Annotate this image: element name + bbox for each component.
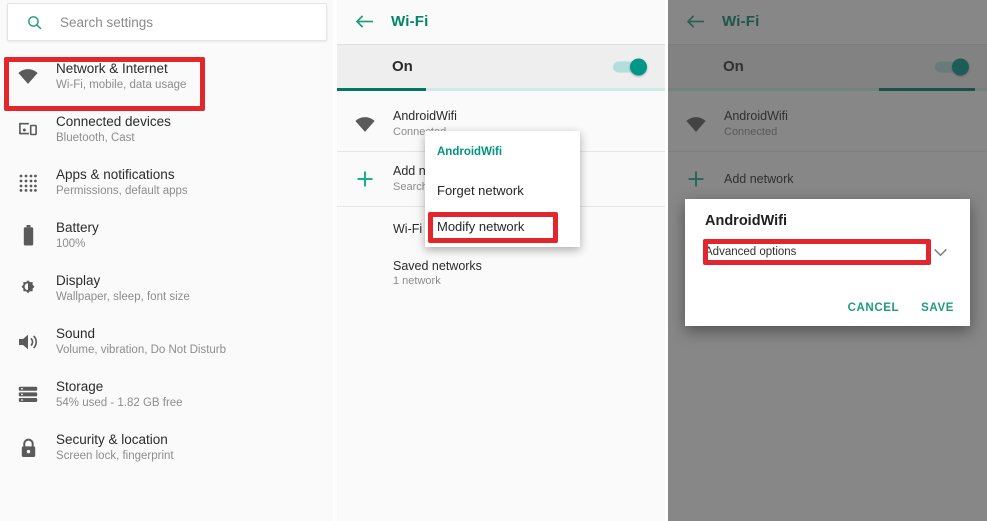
switch-knob [630,58,647,75]
sidebar-item-display[interactable]: Display Wallpaper, sleep, font size [0,262,333,315]
sidebar-item-subtitle: 100% [56,238,86,250]
wifi-appbar: Wi-Fi [337,0,665,42]
sidebar-item-title: Apps & notifications [56,167,175,182]
sidebar-item-connected-devices[interactable]: Connected devices Bluetooth, Cast [0,103,333,156]
sidebar-item-title: Network & Internet [56,61,168,76]
sidebar-item-title: Battery [56,220,99,235]
sidebar-item-subtitle: 54% used - 1.82 GB free [56,397,183,409]
menu-item-modify-network[interactable]: Modify network [425,209,580,243]
screenshot-stage: Search settings Network & Internet Wi-Fi… [0,0,987,521]
wifi-icon [337,116,393,133]
sidebar-item-network-internet[interactable]: Network & Internet Wi-Fi, mobile, data u… [0,50,333,103]
sidebar-item-title: Security & location [56,432,168,447]
storage-icon [0,386,56,403]
lock-icon [0,438,56,458]
sidebar-item-title: Display [56,273,101,288]
brightness-icon [0,279,56,299]
sidebar-item-title: Storage [56,379,104,394]
sidebar-item-title: Connected devices [56,114,171,129]
network-name: AndroidWifi [393,109,457,123]
sidebar-item-battery[interactable]: Battery 100% [0,209,333,262]
apps-grid-icon [0,174,56,192]
network-context-menu: AndroidWifi Forget network Modify networ… [425,131,580,247]
saved-networks-row[interactable]: Saved networks 1 network [337,251,665,295]
settings-panel: Search settings Network & Internet Wi-Fi… [0,0,333,521]
sidebar-item-security-location[interactable]: Security & location Screen lock, fingerp… [0,421,333,474]
saved-networks-label: Saved networks [393,259,482,273]
search-input[interactable]: Search settings [60,15,153,30]
sidebar-item-subtitle: Permissions, default apps [56,185,188,197]
sidebar-item-subtitle: Bluetooth, Cast [56,132,135,144]
connected-devices-icon [0,121,56,139]
dialog-title: AndroidWifi [705,213,788,229]
cancel-button[interactable]: CANCEL [848,302,900,314]
sidebar-item-subtitle: Wallpaper, sleep, font size [56,291,190,303]
settings-list: Network & Internet Wi-Fi, mobile, data u… [0,50,333,474]
scan-progress-bar [337,88,665,91]
page-title: Wi-Fi [391,12,429,30]
wifi-toggle-row[interactable]: On [337,44,665,88]
search-settings-bar[interactable]: Search settings [7,3,327,41]
menu-item-forget-network[interactable]: Forget network [425,173,580,207]
modify-network-dialog: AndroidWifi Advanced options CANCEL SAVE [685,199,970,326]
wifi-toggle-switch[interactable] [613,58,647,75]
sidebar-item-sound[interactable]: Sound Volume, vibration, Do Not Disturb [0,315,333,368]
wifi-toggle-label: On [392,58,413,75]
advanced-options-dropdown[interactable]: Advanced options [705,242,930,262]
progress-indicator [337,88,426,91]
sidebar-item-storage[interactable]: Storage 54% used - 1.82 GB free [0,368,333,421]
wifi-icon [0,68,56,85]
sidebar-item-apps-notifications[interactable]: Apps & notifications Permissions, defaul… [0,156,333,209]
chevron-down-icon[interactable] [933,244,948,262]
save-button[interactable]: SAVE [921,302,954,314]
sidebar-item-subtitle: Volume, vibration, Do Not Disturb [56,344,227,356]
wifi-panel: Wi-Fi On AndroidWifi Connected Add Searc… [337,0,665,521]
context-menu-title: AndroidWifi [437,146,503,158]
saved-networks-subtitle: 1 network [393,275,441,287]
volume-icon [0,333,56,351]
dialog-panel: Wi-Fi On AndroidWifi Connected [668,0,987,521]
search-icon [8,14,60,31]
sidebar-item-subtitle: Wi-Fi, mobile, data usage [56,79,187,91]
arrow-back-icon[interactable] [337,14,391,29]
battery-icon [0,225,56,246]
sidebar-item-subtitle: Screen lock, fingerprint [56,450,174,462]
plus-icon [337,170,393,188]
dialog-actions: CANCEL SAVE [848,302,954,314]
advanced-options-label: Advanced options [705,246,797,258]
sidebar-item-title: Sound [56,326,96,341]
